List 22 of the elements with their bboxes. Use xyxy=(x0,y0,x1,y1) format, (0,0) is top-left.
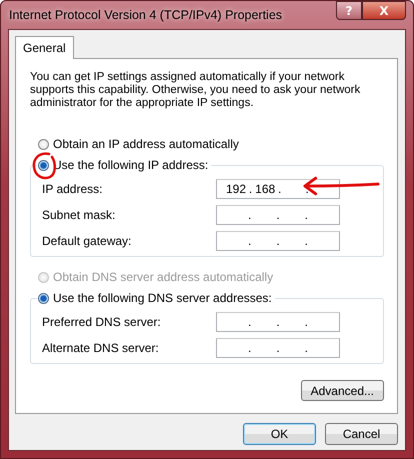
intro-text: You can get IP settings assigned automatically if your network supports this capability. Otherwise, you need to ask your network administrator for the appropriate IP settings. xyxy=(30,71,362,110)
field-label: IP address: xyxy=(42,182,102,196)
ip-address-field[interactable]: . . . xyxy=(216,231,340,251)
radio-label[interactable]: Use the following DNS server addresses: xyxy=(53,291,272,305)
window-title: Internet Protocol Version 4 (TCP/IPv4) Properties xyxy=(8,8,282,22)
field-label: Subnet mask: xyxy=(42,208,116,222)
close-button[interactable]: X xyxy=(362,1,406,20)
ip-address-field[interactable]: . . . xyxy=(216,205,340,225)
radio-label[interactable]: Obtain an IP address automatically xyxy=(53,137,239,151)
field-label: Alternate DNS server: xyxy=(42,341,159,355)
radio-button[interactable] xyxy=(38,292,49,304)
ip-address-field[interactable]: . . . xyxy=(216,338,340,358)
advanced-button[interactable]: Advanced... xyxy=(300,380,384,401)
ip-address-field[interactable]: 192 . 168 . . xyxy=(216,179,340,199)
field-label: Default gateway: xyxy=(42,234,132,248)
radio-button[interactable] xyxy=(38,160,49,170)
ip-address-field[interactable]: . . . xyxy=(216,312,340,332)
radio-button[interactable] xyxy=(38,138,49,150)
tab[interactable]: General xyxy=(15,36,74,59)
dialog-button[interactable]: Cancel xyxy=(325,423,398,445)
field-label: Preferred DNS server: xyxy=(42,315,161,329)
dialog-button[interactable]: OK xyxy=(243,423,316,445)
